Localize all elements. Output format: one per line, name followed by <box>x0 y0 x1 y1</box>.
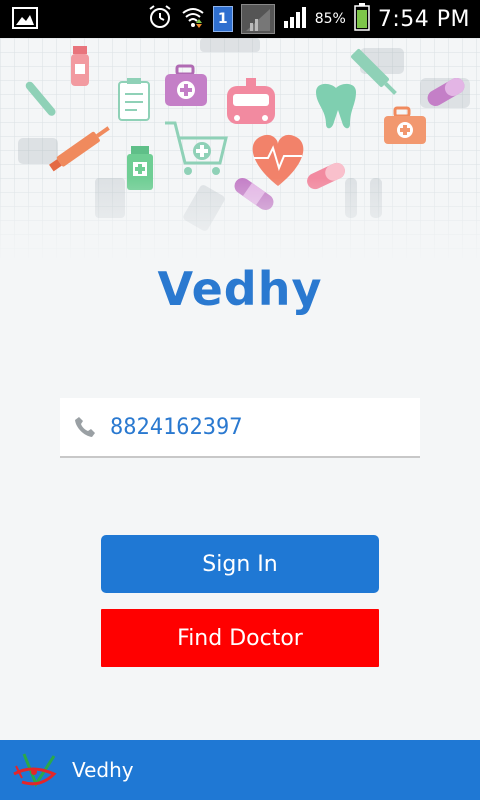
battery-icon <box>354 3 370 35</box>
footer-app-name: Vedhy <box>72 758 134 782</box>
clock-time: 7:54 PM <box>377 6 470 32</box>
alarm-icon <box>147 4 173 34</box>
status-bar: 1 85% 7:54 PM <box>0 0 480 38</box>
signal-strength-icon <box>283 5 307 33</box>
find-doctor-button[interactable]: Find Doctor <box>101 609 379 667</box>
battery-percent: 85% <box>314 11 346 27</box>
wifi-icon <box>181 5 205 33</box>
sim-badge: 1 <box>212 6 233 32</box>
no-signal-icon <box>240 4 275 34</box>
first-aid-kit-icon <box>165 64 207 106</box>
medicine-bottle-icon <box>71 46 89 86</box>
medical-bag-icon <box>384 106 426 144</box>
gallery-notification-icon <box>12 7 38 33</box>
tooth-icon <box>316 83 356 129</box>
vedhy-logo-icon <box>10 744 62 796</box>
app-title: Vedhy <box>157 262 323 316</box>
phone-icon <box>60 415 110 439</box>
thermometer-icon <box>25 81 56 116</box>
footer-bar: Vedhy <box>0 740 480 800</box>
cart-icon <box>165 121 228 175</box>
phone-number-input[interactable] <box>110 407 400 447</box>
prescription-icon <box>118 78 150 121</box>
ambulance-icon <box>227 78 275 124</box>
sign-in-button[interactable]: Sign In <box>101 535 379 593</box>
phone-field[interactable] <box>60 398 420 458</box>
hero-fade <box>0 178 480 268</box>
